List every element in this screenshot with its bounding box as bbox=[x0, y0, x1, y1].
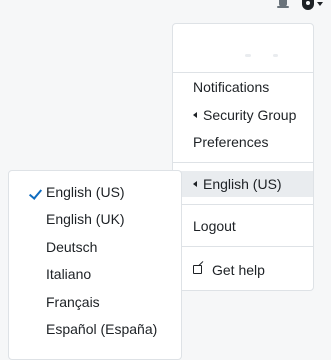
topbar-icons bbox=[277, 0, 323, 12]
caret-down-icon bbox=[317, 1, 323, 6]
chevron-left-icon bbox=[193, 181, 197, 188]
user-menu-dropdown: Notifications Security Group Preferences… bbox=[172, 23, 314, 291]
menu-item-logout[interactable]: Logout bbox=[193, 213, 313, 239]
menu-item-label: Logout bbox=[193, 218, 236, 234]
external-link-icon bbox=[193, 265, 202, 275]
menu-item-notifications[interactable]: Notifications bbox=[193, 74, 313, 100]
bell-icon[interactable] bbox=[277, 0, 289, 9]
language-option-italiano[interactable]: Italiano bbox=[46, 261, 91, 287]
user-icon bbox=[302, 0, 314, 10]
language-option-english-uk[interactable]: English (UK) bbox=[46, 206, 125, 232]
menu-item-preferences[interactable]: Preferences bbox=[193, 129, 313, 155]
menu-item-language[interactable]: English (US) bbox=[193, 171, 313, 197]
chevron-left-icon bbox=[193, 112, 197, 119]
menu-item-get-help[interactable]: Get help bbox=[193, 257, 313, 283]
menu-item-label: Preferences bbox=[193, 134, 269, 150]
menu-item-label: Get help bbox=[212, 262, 265, 278]
language-option-label: Italiano bbox=[46, 266, 92, 282]
divider bbox=[173, 246, 313, 247]
language-option-label: English (UK) bbox=[46, 211, 125, 227]
language-option-francais[interactable]: Français bbox=[46, 289, 100, 315]
language-option-label: Deutsch bbox=[46, 239, 98, 255]
user-menu-header bbox=[173, 38, 313, 64]
menu-item-security-group[interactable]: Security Group bbox=[193, 102, 313, 128]
divider bbox=[173, 162, 313, 163]
language-option-deutsch[interactable]: Deutsch bbox=[46, 234, 97, 260]
check-icon bbox=[28, 186, 43, 200]
language-option-espanol[interactable]: Español (España) bbox=[46, 316, 157, 342]
menu-item-label: Notifications bbox=[193, 79, 270, 95]
divider bbox=[173, 72, 313, 73]
language-option-label: Français bbox=[46, 294, 100, 310]
language-option-label: Español (España) bbox=[46, 321, 158, 337]
menu-item-label: English (US) bbox=[203, 176, 282, 192]
menu-item-label: Security Group bbox=[203, 107, 297, 123]
user-menu-toggle[interactable] bbox=[302, 0, 323, 10]
language-option-label: English (US) bbox=[46, 184, 125, 200]
language-submenu: English (US) English (UK) Deutsch Italia… bbox=[8, 170, 182, 360]
divider bbox=[173, 204, 313, 205]
language-option-english-us[interactable]: English (US) bbox=[46, 179, 125, 205]
